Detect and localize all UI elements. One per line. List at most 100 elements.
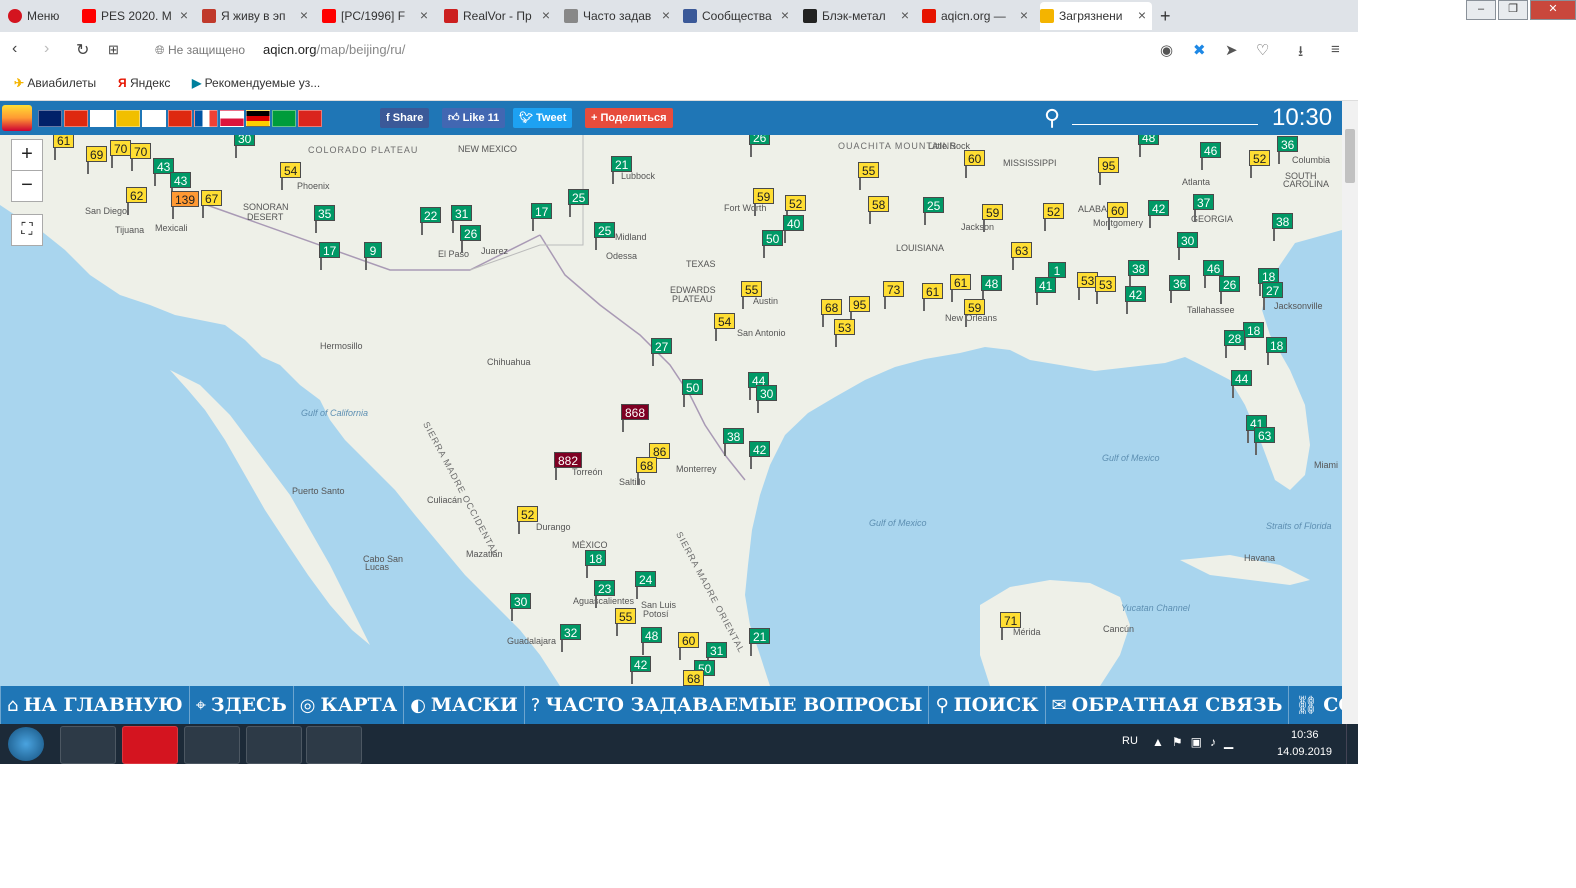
browser-tab[interactable]: [PC/1996] F ×: [322, 2, 434, 30]
social-button-facebook[interactable]: f Share: [380, 108, 430, 128]
forward-icon[interactable]: ›: [44, 40, 49, 58]
fullscreen-button[interactable]: ⛶: [11, 214, 43, 246]
site-search-input[interactable]: [1072, 124, 1258, 125]
aqi-station-marker[interactable]: 52: [517, 506, 539, 534]
aqi-station-marker[interactable]: 59: [753, 188, 775, 216]
aqi-station-marker[interactable]: 32: [560, 624, 582, 652]
social-button-plus[interactable]: + Поделиться: [585, 108, 673, 128]
aqi-station-marker[interactable]: 70: [130, 143, 152, 171]
aqi-station-marker[interactable]: 58: [868, 196, 890, 224]
flag-poland-icon[interactable]: [220, 110, 244, 127]
browser-tab[interactable]: RealVor - Пр ×: [444, 2, 556, 30]
aqi-station-marker[interactable]: 18: [1266, 337, 1288, 365]
maximize-button[interactable]: ❐: [1498, 0, 1528, 20]
menu-icon[interactable]: ≡: [1331, 41, 1340, 58]
heart-icon[interactable]: ♡: [1256, 41, 1269, 59]
aqi-station-marker[interactable]: 22: [420, 207, 442, 235]
bookmark-item[interactable]: Я Яндекс: [118, 76, 170, 90]
aqi-station-marker[interactable]: 26: [749, 135, 771, 157]
tab-close-icon[interactable]: ×: [1138, 7, 1146, 23]
aqi-station-marker[interactable]: 38: [1272, 213, 1294, 241]
aqi-station-marker[interactable]: 50: [762, 230, 784, 258]
aqi-station-marker[interactable]: 59: [982, 204, 1004, 232]
tab-close-icon[interactable]: ×: [1020, 7, 1028, 23]
aqi-station-marker[interactable]: 53: [834, 319, 856, 347]
url-field[interactable]: aqicn.org/map/beijing/ru/: [263, 42, 405, 57]
reload-icon[interactable]: ↻: [76, 40, 89, 60]
aqi-station-marker[interactable]: 23: [594, 580, 616, 608]
aqi-station-marker[interactable]: 53: [1095, 276, 1117, 304]
aqi-station-marker[interactable]: 42: [630, 656, 652, 684]
aqi-station-marker[interactable]: 44: [1231, 370, 1253, 398]
aqi-station-marker[interactable]: 42: [1125, 286, 1147, 314]
aqi-station-marker[interactable]: 27: [1262, 282, 1284, 310]
aqi-station-marker[interactable]: 25: [923, 197, 945, 225]
flag-brazil-icon[interactable]: [272, 110, 296, 127]
aqi-station-marker[interactable]: 63: [1254, 427, 1276, 455]
aqicn-logo-icon[interactable]: [2, 105, 32, 131]
aqi-station-marker[interactable]: 71: [1000, 612, 1022, 640]
aqi-station-marker[interactable]: 52: [1249, 150, 1271, 178]
aqi-station-marker[interactable]: 42: [749, 441, 771, 469]
flag-korea-icon[interactable]: [142, 110, 166, 127]
show-desktop-button[interactable]: [1346, 724, 1359, 764]
aqi-station-marker[interactable]: 882: [554, 452, 583, 480]
aqi-station-marker[interactable]: 30: [234, 135, 256, 158]
aqi-station-marker[interactable]: 52: [1043, 203, 1065, 231]
flag-germany-icon[interactable]: [246, 110, 270, 127]
aqi-station-marker[interactable]: 40: [783, 215, 805, 243]
aqi-station-marker[interactable]: 139: [171, 191, 200, 219]
nav-home[interactable]: ⌂ НА ГЛАВНУЮ: [1, 686, 190, 724]
nav-mask[interactable]: ◐ МАСКИ: [404, 686, 525, 724]
aqi-station-marker[interactable]: 41: [1035, 277, 1057, 305]
search-icon[interactable]: ⚲: [1044, 105, 1060, 131]
aqi-station-marker[interactable]: 18: [585, 550, 607, 578]
aqi-station-marker[interactable]: 70: [110, 140, 132, 168]
aqi-station-marker[interactable]: 42: [1148, 200, 1170, 228]
aqi-station-marker[interactable]: 48: [1138, 135, 1160, 157]
browser-tab[interactable]: Часто задав ×: [564, 2, 676, 30]
flag-hongkong-icon[interactable]: [168, 110, 192, 127]
nav-feedback[interactable]: ✉ ОБРАТНАЯ СВЯЗЬ: [1046, 686, 1290, 724]
aqi-station-marker[interactable]: 30: [1177, 232, 1199, 260]
page-scrollbar[interactable]: [1342, 101, 1358, 724]
aqi-station-marker[interactable]: 26: [460, 225, 482, 253]
aqi-station-marker[interactable]: 60: [678, 632, 700, 660]
minimize-button[interactable]: –: [1466, 0, 1496, 20]
aqi-station-marker[interactable]: 60: [1107, 202, 1129, 230]
aqi-station-marker[interactable]: 95: [1098, 157, 1120, 185]
browser-tab[interactable]: Блэк-метал ×: [803, 2, 915, 30]
aqi-station-marker[interactable]: 69: [86, 146, 108, 174]
bookmark-item[interactable]: ✈︎ Авиабилеты: [14, 76, 96, 90]
social-button-like[interactable]: 👍︎ Like 11: [442, 108, 506, 128]
aqi-station-marker[interactable]: 25: [594, 222, 616, 250]
aqi-station-marker[interactable]: 55: [741, 281, 763, 309]
security-indicator[interactable]: 🌐︎ Не защищено: [155, 43, 245, 58]
aqi-station-marker[interactable]: 67: [201, 190, 223, 218]
aqi-station-marker[interactable]: 60: [964, 150, 986, 178]
browser-tab[interactable]: Меню: [8, 2, 76, 30]
aqi-station-marker[interactable]: 61: [922, 283, 944, 311]
language-indicator[interactable]: RU: [1122, 735, 1138, 747]
new-tab-icon[interactable]: +: [1160, 2, 1171, 30]
aqi-station-marker[interactable]: 73: [883, 281, 905, 309]
speed-dial-icon[interactable]: ⊞: [108, 42, 119, 58]
aqi-station-marker[interactable]: 36: [1169, 275, 1191, 303]
tab-close-icon[interactable]: ×: [300, 7, 308, 23]
aqi-station-marker[interactable]: 28: [1224, 330, 1246, 358]
flag-china-icon[interactable]: [64, 110, 88, 127]
start-button[interactable]: [8, 727, 44, 761]
browser-tab[interactable]: Я живу в эп ×: [202, 2, 314, 30]
aqi-station-marker[interactable]: 26: [1219, 276, 1241, 304]
aqi-station-marker[interactable]: 21: [611, 156, 633, 184]
aqi-station-marker[interactable]: 38: [1128, 260, 1150, 288]
aqi-station-marker[interactable]: 30: [756, 385, 778, 413]
vpn-icon[interactable]: ✖: [1193, 41, 1206, 59]
aqi-station-marker[interactable]: 61: [53, 135, 75, 160]
aqi-station-marker[interactable]: 46: [1200, 142, 1222, 170]
aqi-station-marker[interactable]: 50: [682, 379, 704, 407]
flag-uk-icon[interactable]: [38, 110, 62, 127]
nav-faq[interactable]: ? ЧАСТО ЗАДАВАЕМЫЕ ВОПРОСЫ: [525, 686, 930, 724]
browser-tab[interactable]: Сообщества ×: [683, 2, 795, 30]
aqi-station-marker[interactable]: 30: [510, 593, 532, 621]
